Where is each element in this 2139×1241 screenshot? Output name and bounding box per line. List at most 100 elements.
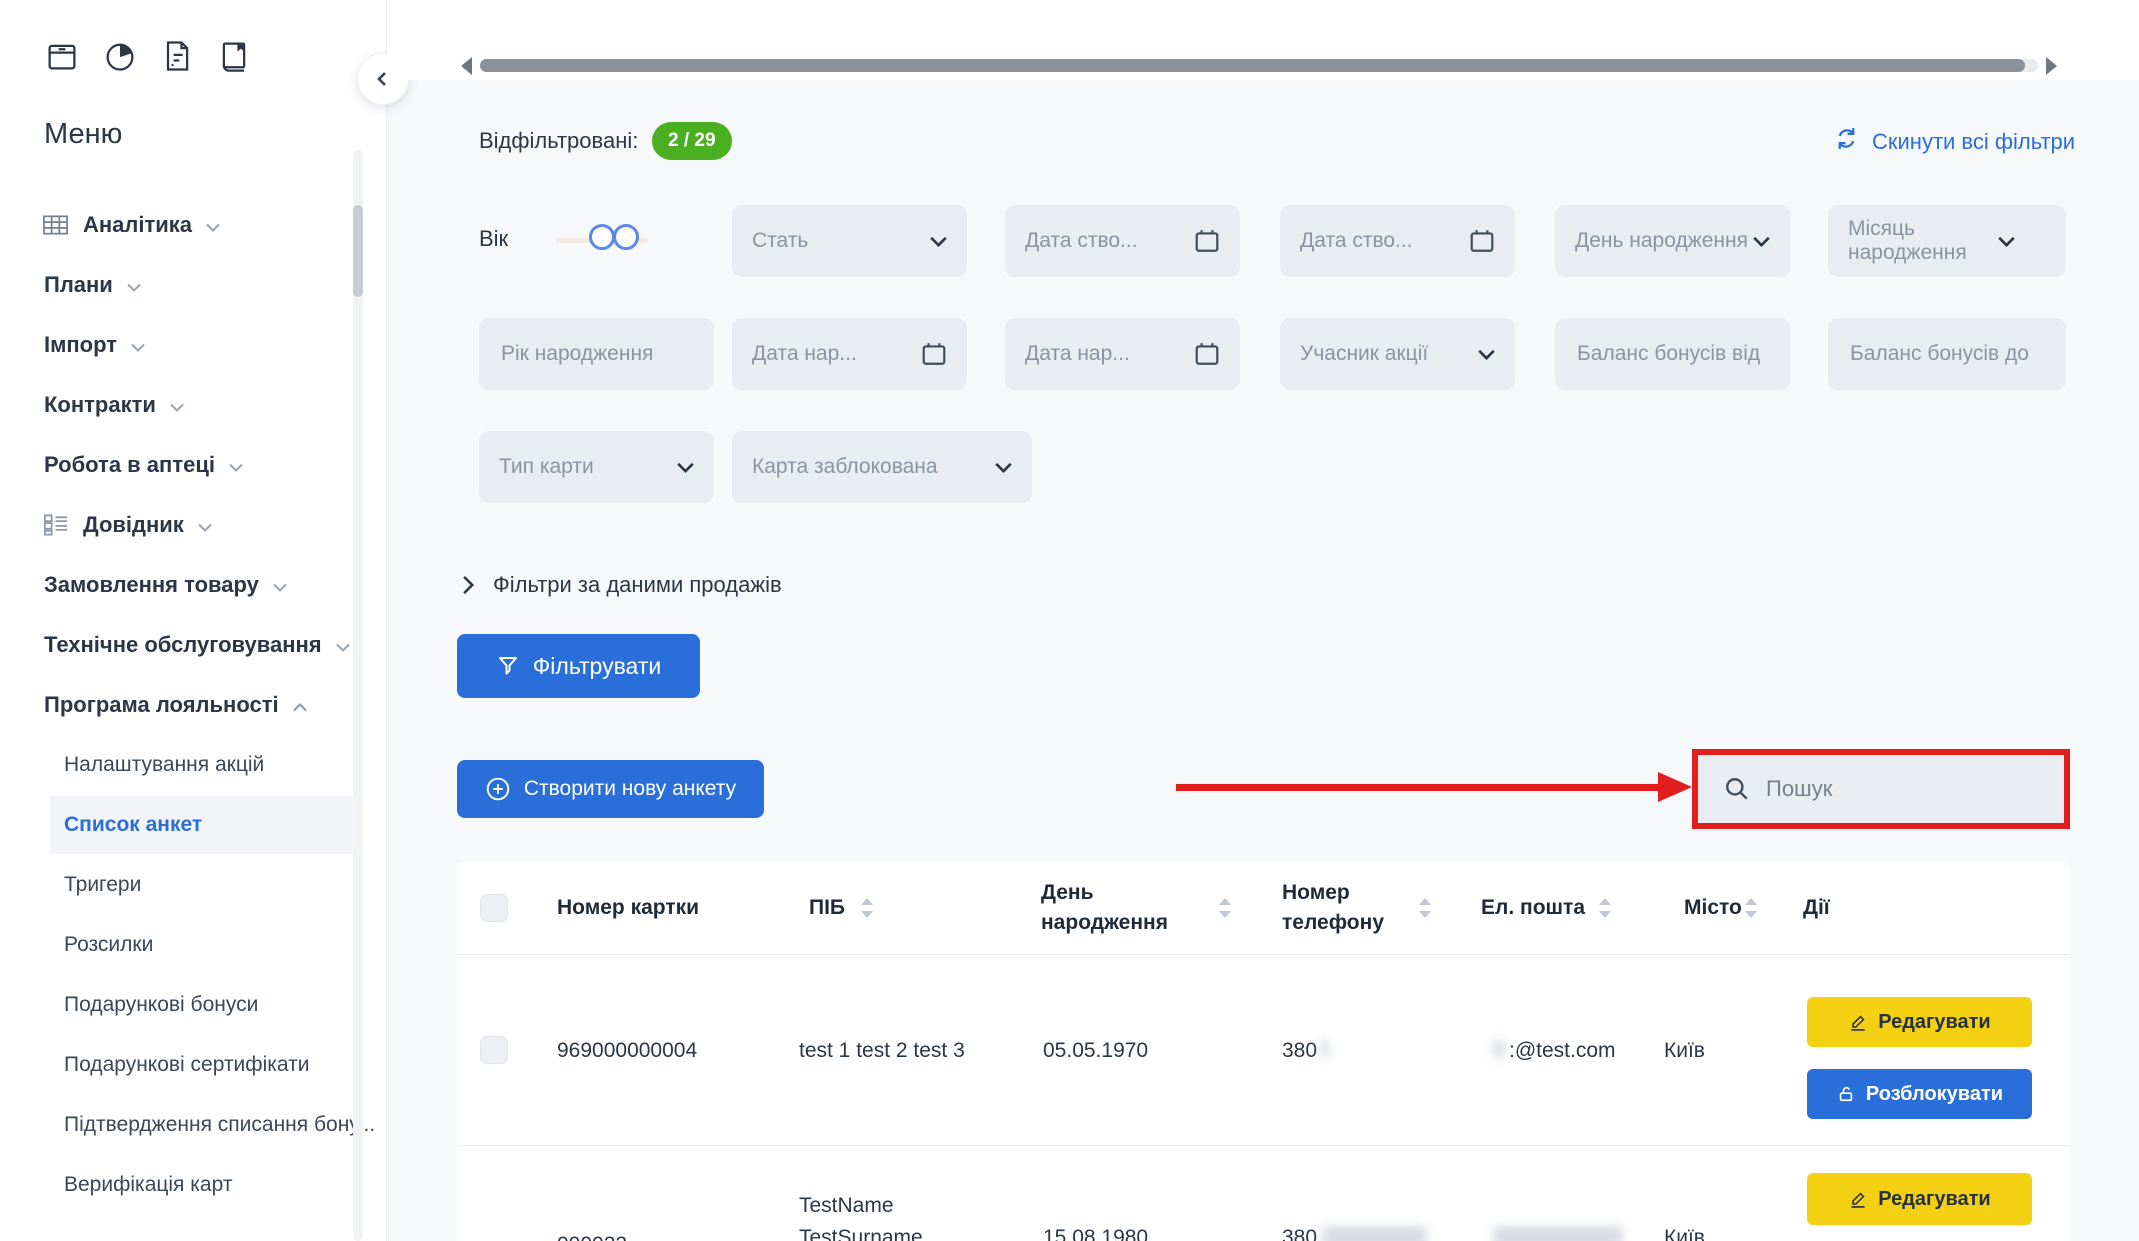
calendar-icon (1194, 341, 1220, 367)
email-redaction (1493, 1040, 1505, 1058)
sidebar-item-label: Контракти (44, 392, 156, 418)
filter-button[interactable]: Фільтрувати (457, 634, 700, 698)
sidebar-subitem-mailings[interactable]: Розсилки (64, 930, 153, 960)
chevron-down-icon (677, 462, 694, 473)
sidebar-scrollbar-thumb[interactable] (353, 205, 363, 297)
filtered-count-badge: 2 / 29 (652, 122, 732, 160)
sidebar-top-icons (44, 38, 252, 74)
edit-button[interactable]: Редагувати (1807, 1173, 2032, 1225)
promo-member-select[interactable]: Учасник акції (1280, 318, 1515, 390)
sidebar-item-goods-order[interactable]: Замовлення товару (44, 570, 287, 600)
list-icon (42, 512, 69, 538)
birth-day-label: День народження (1575, 229, 1753, 253)
card-blocked-select[interactable]: Карта заблокована (732, 431, 1032, 503)
sidebar-item-loyalty-program[interactable]: Програма лояльності (44, 690, 307, 720)
sidebar-item-analytics[interactable]: Аналітика (42, 210, 220, 240)
created-date-from-picker[interactable]: Дата ство... (1005, 205, 1240, 277)
sidebar-subitem-promo-settings[interactable]: Налаштування акцій (64, 750, 264, 780)
pencil-icon (1848, 1189, 1868, 1209)
gender-select[interactable]: Стать (732, 205, 967, 277)
search-input[interactable] (1764, 775, 2056, 803)
sidebar-item-label: Технічне обслуговування (44, 632, 322, 658)
sidebar-item-directory[interactable]: Довідник (42, 510, 212, 540)
subitem-label: Розсилки (64, 933, 153, 957)
age-slider-handle-max[interactable] (613, 224, 639, 250)
sidebar-subitem-gift-bonuses[interactable]: Подарункові бонуси (64, 990, 258, 1020)
sidebar-item-label: Імпорт (44, 332, 117, 358)
document-icon[interactable] (160, 38, 194, 74)
reset-all-filters-link[interactable]: Скинути всі фільтри (1833, 125, 2075, 158)
phone-redaction (1322, 1226, 1427, 1241)
gender-label: Стать (752, 229, 930, 253)
sort-name[interactable] (861, 895, 873, 921)
unblock-button-label: Розблокувати (1866, 1083, 2003, 1106)
archive-icon[interactable] (44, 38, 80, 74)
birth-date-to-picker[interactable]: Дата нар... (1005, 318, 1240, 390)
create-questionnaire-button[interactable]: Створити нову анкету (457, 760, 764, 818)
annotation-arrow (1176, 784, 1662, 791)
annotation-arrow-head (1658, 772, 1692, 802)
cell-birthday: 15.08.1980 (1043, 1224, 1148, 1241)
birth-month-label: Місяць народження (1848, 217, 1998, 265)
birth-date-from-picker[interactable]: Дата нар... (732, 318, 967, 390)
sidebar-subitem-questionnaire-list[interactable]: Список анкет (64, 810, 202, 840)
plus-circle-icon (485, 776, 511, 802)
col-name: ПІБ (809, 893, 845, 923)
sidebar-subitem-card-verification[interactable]: Верифікація карт (64, 1170, 232, 1200)
sort-email[interactable] (1599, 895, 1611, 921)
sidebar-subitem-triggers[interactable]: Тригери (64, 870, 141, 900)
birth-from-label: Дата нар... (752, 342, 921, 366)
table-header-row: Номер картки ПІБ День народження Номер т… (457, 862, 2070, 955)
birth-day-select[interactable]: День народження (1555, 205, 1790, 277)
bonus-to-input[interactable] (1848, 341, 2046, 367)
unblock-button[interactable]: Розблокувати (1807, 1069, 2032, 1119)
created-date-to-picker[interactable]: Дата ство... (1280, 205, 1515, 277)
cell-card-number: 969000000004 (557, 1037, 697, 1065)
sidebar-item-pharmacy-work[interactable]: Робота в аптеці (44, 450, 243, 480)
subitem-label: Верифікація карт (64, 1173, 232, 1197)
col-birthday: День народження (1041, 878, 1191, 938)
sort-birthday[interactable] (1219, 895, 1231, 921)
chevron-down-icon (229, 452, 243, 478)
sort-city[interactable] (1745, 895, 1757, 921)
col-phone: Номер телефону (1282, 878, 1422, 938)
hscroll-left-arrow-icon[interactable] (461, 57, 472, 75)
sidebar-item-plans[interactable]: Плани (44, 270, 141, 300)
chevron-down-icon (1753, 236, 1770, 247)
edit-button-label: Редагувати (1878, 1188, 1990, 1211)
chevron-down-icon (930, 236, 947, 247)
chevron-down-icon (170, 392, 184, 418)
card-type-select[interactable]: Тип карти (479, 431, 714, 503)
horizontal-scrollbar-thumb[interactable] (480, 59, 2025, 72)
sidebar-item-maintenance[interactable]: Технічне обслуговування (44, 630, 350, 660)
edit-button-label: Редагувати (1878, 1011, 1990, 1034)
sort-phone[interactable] (1419, 895, 1431, 921)
sidebar-item-label: Аналітика (83, 212, 192, 238)
cell-name-line2: TestSurname (799, 1224, 923, 1241)
pencil-icon (1848, 1012, 1868, 1032)
sidebar-item-contracts[interactable]: Контракти (44, 390, 184, 420)
sidebar-subitem-gift-certificates[interactable]: Подарункові сертифікати (64, 1050, 309, 1080)
cell-birthday: 05.05.1970 (1043, 1037, 1148, 1065)
birth-year-input[interactable] (499, 341, 694, 367)
cell-email: :@test.com (1509, 1037, 1616, 1065)
book-icon[interactable] (216, 38, 252, 74)
row-checkbox[interactable] (480, 1036, 508, 1064)
bonus-balance-to-field (1828, 318, 2066, 390)
chevron-down-icon (995, 462, 1012, 473)
birth-year-field (479, 318, 714, 390)
sidebar-item-import[interactable]: Імпорт (44, 330, 145, 360)
edit-button[interactable]: Редагувати (1807, 997, 2032, 1047)
calendar-icon (1194, 228, 1220, 254)
bonus-from-input[interactable] (1575, 341, 1770, 367)
hscroll-right-arrow-icon[interactable] (2046, 57, 2057, 75)
select-all-checkbox[interactable] (480, 894, 508, 922)
table-row: 969000000004 test 1 test 2 test 3 05.05.… (457, 955, 2070, 1146)
pie-chart-icon[interactable] (102, 38, 138, 74)
age-slider-handle-min[interactable] (589, 224, 615, 250)
sidebar-title: Меню (44, 118, 122, 151)
sidebar-item-label: Довідник (83, 512, 184, 538)
sidebar-subitem-bonus-writeoff-confirm[interactable]: Підтвердження списання бону... (64, 1110, 375, 1140)
birth-month-select[interactable]: Місяць народження (1828, 205, 2066, 277)
sales-filters-toggle[interactable]: Фільтри за даними продажів (462, 572, 782, 598)
